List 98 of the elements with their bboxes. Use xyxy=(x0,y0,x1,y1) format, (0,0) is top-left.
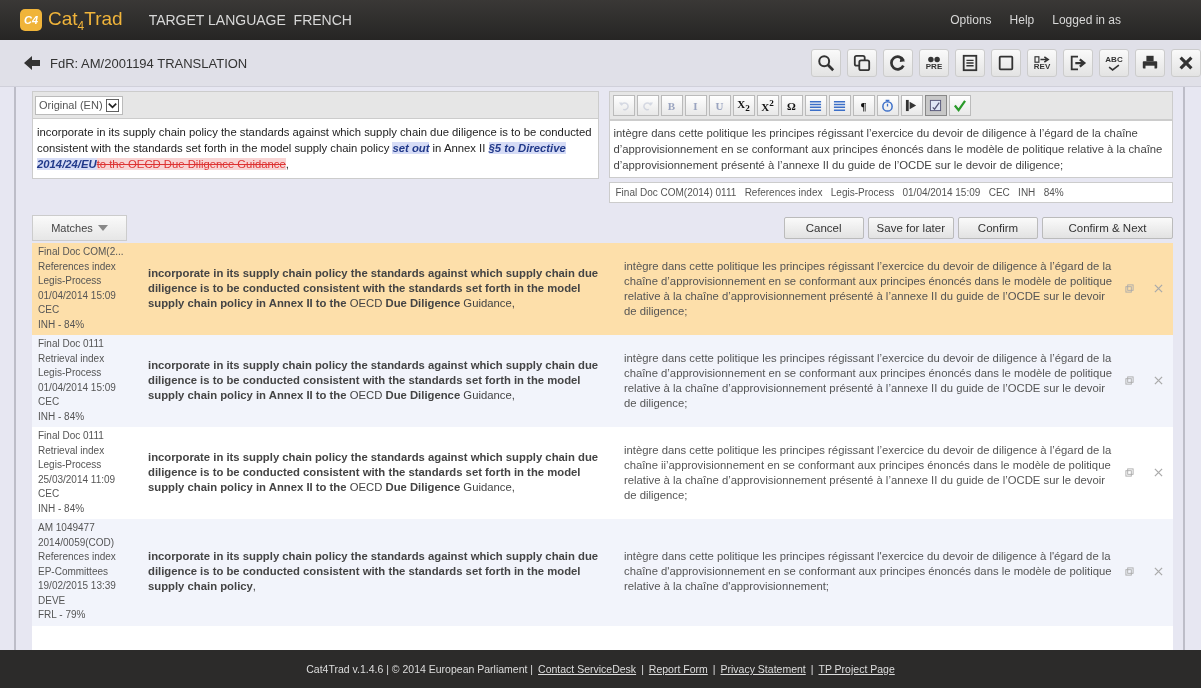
match-meta: Retrieval index xyxy=(38,351,105,366)
match-meta: Legis-Process xyxy=(38,458,102,472)
list-button[interactable] xyxy=(804,95,827,116)
app-logo: Cat$_{4}$Trad xyxy=(48,7,123,33)
printer-icon xyxy=(1141,54,1159,72)
format-button[interactable]: ¶ xyxy=(852,95,875,116)
stopwatch-icon xyxy=(881,99,894,112)
match-source: incorporate in its supply chain policy the standards against which supply chain due diligence is to be conducted consistent with the standards set forth in the model supply chain policy in Annex II to the OECD Due Diligence Guidance, xyxy=(148,266,600,311)
document-title: FdR: AM/2001194 TRANSLATION xyxy=(50,55,248,71)
match-meta: 19/02/2015 13:39 xyxy=(38,579,116,593)
format-button[interactable]: X$^{2}$ xyxy=(756,95,779,116)
footer-text: | xyxy=(810,663,814,675)
menu-link[interactable]: Options xyxy=(950,13,992,27)
match-source: incorporate in its supply chain policy the standards against which supply chain due diligence is to be conducted consistent with the standards set forth in the model supply chain policy in Annex II to the OECD Due Diligence Guidance, xyxy=(148,358,600,403)
arrow-button[interactable] xyxy=(900,95,923,116)
format-button[interactable]: X$_{2}$ xyxy=(732,95,755,116)
match-info: Final Doc COM(2014) 0111 References index Legis-Process 01/04/2014 15:09 CEC INH 84% xyxy=(608,182,1173,203)
rev-button[interactable]: REV xyxy=(1027,49,1057,77)
match-source: incorporate in its supply chain policy the standards against which supply chain due diligence is to be conducted consistent with the standards set forth in the model supply chain policy in Annex II to the OECD Due Diligence Guidance, xyxy=(148,450,600,495)
close-button[interactable] xyxy=(1171,49,1201,77)
match-meta: 01/04/2014 15:09 xyxy=(38,380,116,395)
match-meta: DEVE xyxy=(38,593,66,608)
pre-button[interactable]: PRE xyxy=(919,49,949,77)
footer-link[interactable]: Privacy Statement xyxy=(720,663,806,675)
check-icon xyxy=(953,99,966,112)
action-button[interactable]: Save for later xyxy=(867,217,954,239)
lines-icon xyxy=(833,99,846,112)
menu-link[interactable]: Logged in as xyxy=(1052,13,1121,27)
checkbox-icon xyxy=(929,99,942,112)
arrow-icon xyxy=(905,99,918,112)
match-target: intègre dans cette politique les principes régissant l’exercice du devoir de diligence à l’égard de la chaîne d’approvisionnement en se conformant aux principes énoncés dans le modèle de politique relative à la chaîne d’approvisionnement présenté à l’annexe II du guide de l’OCDE sur le devoir de diligence; xyxy=(624,258,1113,319)
lines-icon xyxy=(809,99,822,112)
square-icon xyxy=(997,54,1015,72)
language-select[interactable]: Original (EN) xyxy=(35,95,123,115)
logo-icon: C4 xyxy=(20,9,42,31)
undo-icon xyxy=(617,99,630,112)
match-meta: EP-Committees xyxy=(38,564,108,579)
match-target: intègre dans cette politique les principes régissant l'exercice du devoir de diligence à l'égard de la chaîne d'approvisionnement en se conformant aux principes énoncés dans le modèle de politique relative à la chaîne d'approvisionnement; xyxy=(624,549,1113,595)
match-source: incorporate in its supply chain policy the standards against which supply chain due diligence is to be conducted consistent with the standards set forth in the model supply chain policy, xyxy=(148,549,600,595)
match-meta: References index xyxy=(38,550,116,564)
copy-icon xyxy=(853,54,871,72)
footer-text: Cat4Trad v.1.4.6 | © 2014 European Parliament | xyxy=(306,663,534,675)
check-icon xyxy=(1107,63,1121,71)
document-icon xyxy=(961,54,979,72)
match-meta: Final Doc COM(2... xyxy=(38,245,124,259)
match-meta: CEC xyxy=(38,303,60,317)
action-button[interactable]: Confirm & Next xyxy=(1042,217,1173,239)
match-meta: Legis-Process xyxy=(38,274,102,288)
target-language-title: TARGET LANGUAGE FRENCH xyxy=(148,12,352,28)
match-meta: 25/03/2014 11:09 xyxy=(38,472,116,487)
match-meta: Final Doc 0111 xyxy=(38,429,104,443)
print-button[interactable] xyxy=(1135,49,1165,77)
match-meta: INH - 84% xyxy=(38,409,85,424)
menu-link[interactable]: Help xyxy=(1009,13,1035,27)
spell-button[interactable] xyxy=(948,95,971,116)
square-button[interactable] xyxy=(991,49,1021,77)
caret-icon xyxy=(97,225,108,231)
format-button[interactable]: Ω xyxy=(780,95,803,116)
match-meta: Final Doc 0111 xyxy=(38,337,104,351)
matches-dropdown[interactable]: Matches xyxy=(32,215,127,241)
footer-link[interactable]: Contact ServiceDesk xyxy=(538,663,637,675)
back-arrow-icon[interactable] xyxy=(24,56,40,70)
refresh-icon xyxy=(889,54,907,72)
target-text[interactable]: intègre dans cette politique les principes régissant l’exercice du devoir de diligence à l’égard de la chaîne d’approvisionnement en se conformant aux principes énoncés dans le modèle de politique relative à la chaîne d’approvisionnement présenté à l’annexe II du guide de l’OCDE sur le devoir de diligence; xyxy=(608,120,1173,178)
match-meta: Retrieval index xyxy=(38,443,105,458)
timer-button[interactable] xyxy=(876,95,899,116)
footer-text: | xyxy=(712,663,716,675)
spell-button[interactable]: ABC xyxy=(1099,49,1129,77)
match-target: intègre dans cette politique les principes régissant l’exercice du devoir de diligence à l’égard de la chaîne d’approvisionnement en se conformant aux principes énoncés dans le modèle de politique relative à la chaîne d’approvisionnement présenté à l’annexe II du guide de l’OCDE sur le devoir de diligence; xyxy=(624,350,1113,411)
match-meta: 01/04/2014 15:09 xyxy=(38,288,116,303)
match-meta: Legis-Process xyxy=(38,366,102,380)
search-icon xyxy=(817,54,835,72)
action-button[interactable]: Cancel xyxy=(783,217,864,239)
arrow-icon xyxy=(1034,55,1050,63)
close-icon xyxy=(1177,54,1195,72)
document-button[interactable] xyxy=(955,49,985,77)
match-meta: FRL - 79% xyxy=(38,608,86,622)
caret-icon xyxy=(105,98,119,112)
exit-icon xyxy=(1069,54,1087,72)
footer-text: | xyxy=(641,663,644,675)
match-meta: CEC xyxy=(38,487,60,501)
match-meta: INH - 84% xyxy=(38,317,85,332)
copy-button[interactable] xyxy=(847,49,877,77)
match-meta: References index xyxy=(38,259,116,274)
footer-link[interactable]: TP Project Page xyxy=(818,663,895,675)
match-meta: AM 1049477 xyxy=(38,521,95,535)
match-target: intègre dans cette politique les principes régissant l’exercice du devoir de diligence à l’égard de la chaîne ii’approvisionnement en se conformant aux principes énoncés dans le modèle de politique relative à la chaîne d’approvisionnement présenté à l’annexe II du guide de l’OCDE sur le devoir de diligence; xyxy=(624,442,1113,503)
match-meta: INH - 84% xyxy=(38,501,85,516)
note-button[interactable] xyxy=(924,95,947,116)
search-button[interactable] xyxy=(811,49,841,77)
match-meta: CEC xyxy=(38,395,60,409)
list-button[interactable] xyxy=(828,95,851,116)
action-button[interactable]: Confirm xyxy=(958,217,1038,239)
exit-button[interactable] xyxy=(1063,49,1093,77)
footer-link[interactable]: Report Form xyxy=(648,663,708,675)
refresh-button[interactable] xyxy=(883,49,913,77)
redo-icon xyxy=(641,99,654,112)
match-meta: 2014/0059(COD) xyxy=(38,535,115,550)
